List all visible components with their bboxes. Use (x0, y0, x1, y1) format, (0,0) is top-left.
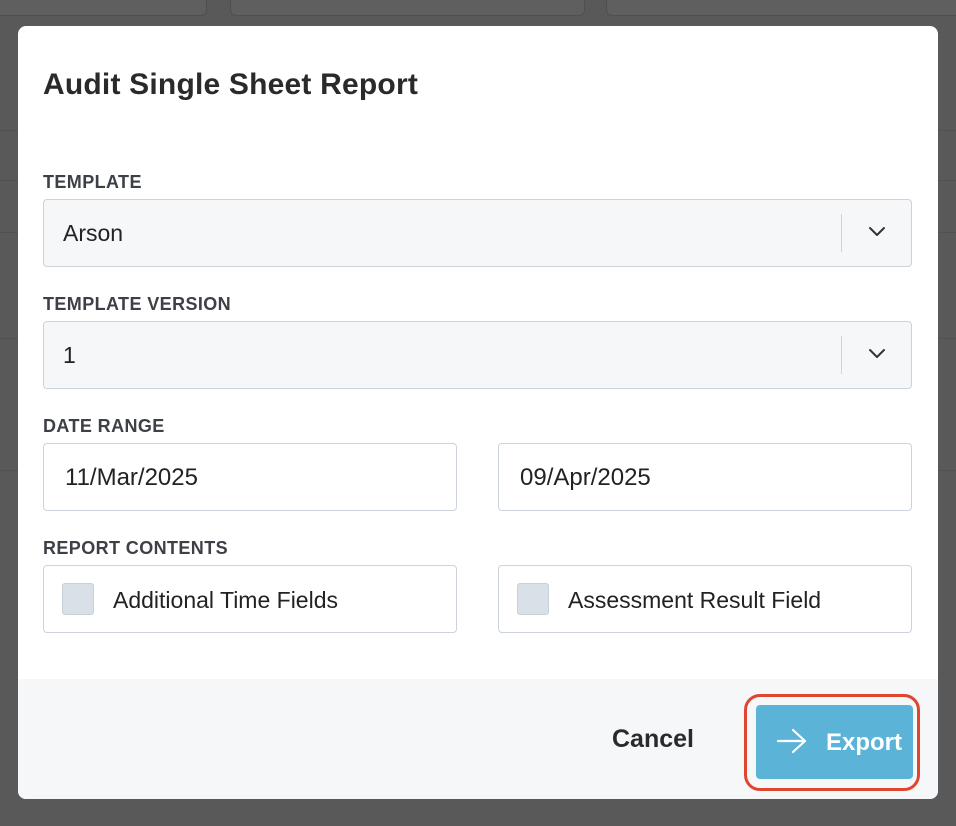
template-version-select[interactable]: 1 (43, 321, 912, 389)
audit-report-dialog: Audit Single Sheet Report TEMPLATE Arson… (18, 26, 938, 799)
start-date-input[interactable]: 11/Mar/2025 (43, 443, 457, 511)
select-divider (841, 336, 842, 374)
cancel-button[interactable]: Cancel (612, 725, 694, 754)
template-select[interactable]: Arson (43, 199, 912, 267)
template-version-select-value: 1 (63, 342, 76, 368)
export-button-label: Export (826, 729, 903, 756)
assessment-result-field-checkbox[interactable] (517, 583, 549, 615)
chevron-down-icon[interactable] (865, 346, 889, 362)
start-date-value: 11/Mar/2025 (65, 464, 198, 491)
date-range-label: DATE RANGE (43, 416, 165, 436)
assessment-result-field-label: Assessment Result Field (568, 587, 822, 613)
arrow-right-icon (776, 728, 807, 754)
end-date-value: 09/Apr/2025 (520, 464, 651, 491)
dialog-title: Audit Single Sheet Report (43, 68, 419, 101)
additional-time-fields-checkbox[interactable] (62, 583, 94, 615)
end-date-input[interactable]: 09/Apr/2025 (498, 443, 912, 511)
select-divider (841, 214, 842, 252)
dialog-footer: Cancel Export (18, 679, 938, 799)
template-version-label: TEMPLATE VERSION (43, 294, 232, 314)
export-button[interactable]: Export (756, 705, 913, 779)
additional-time-fields-option[interactable]: Additional Time Fields (43, 565, 457, 633)
chevron-down-icon[interactable] (865, 224, 889, 240)
assessment-result-field-option[interactable]: Assessment Result Field (498, 565, 912, 633)
report-contents-label: REPORT CONTENTS (43, 538, 229, 558)
template-select-value: Arson (63, 220, 124, 246)
template-label: TEMPLATE (43, 172, 142, 192)
additional-time-fields-label: Additional Time Fields (113, 587, 338, 613)
